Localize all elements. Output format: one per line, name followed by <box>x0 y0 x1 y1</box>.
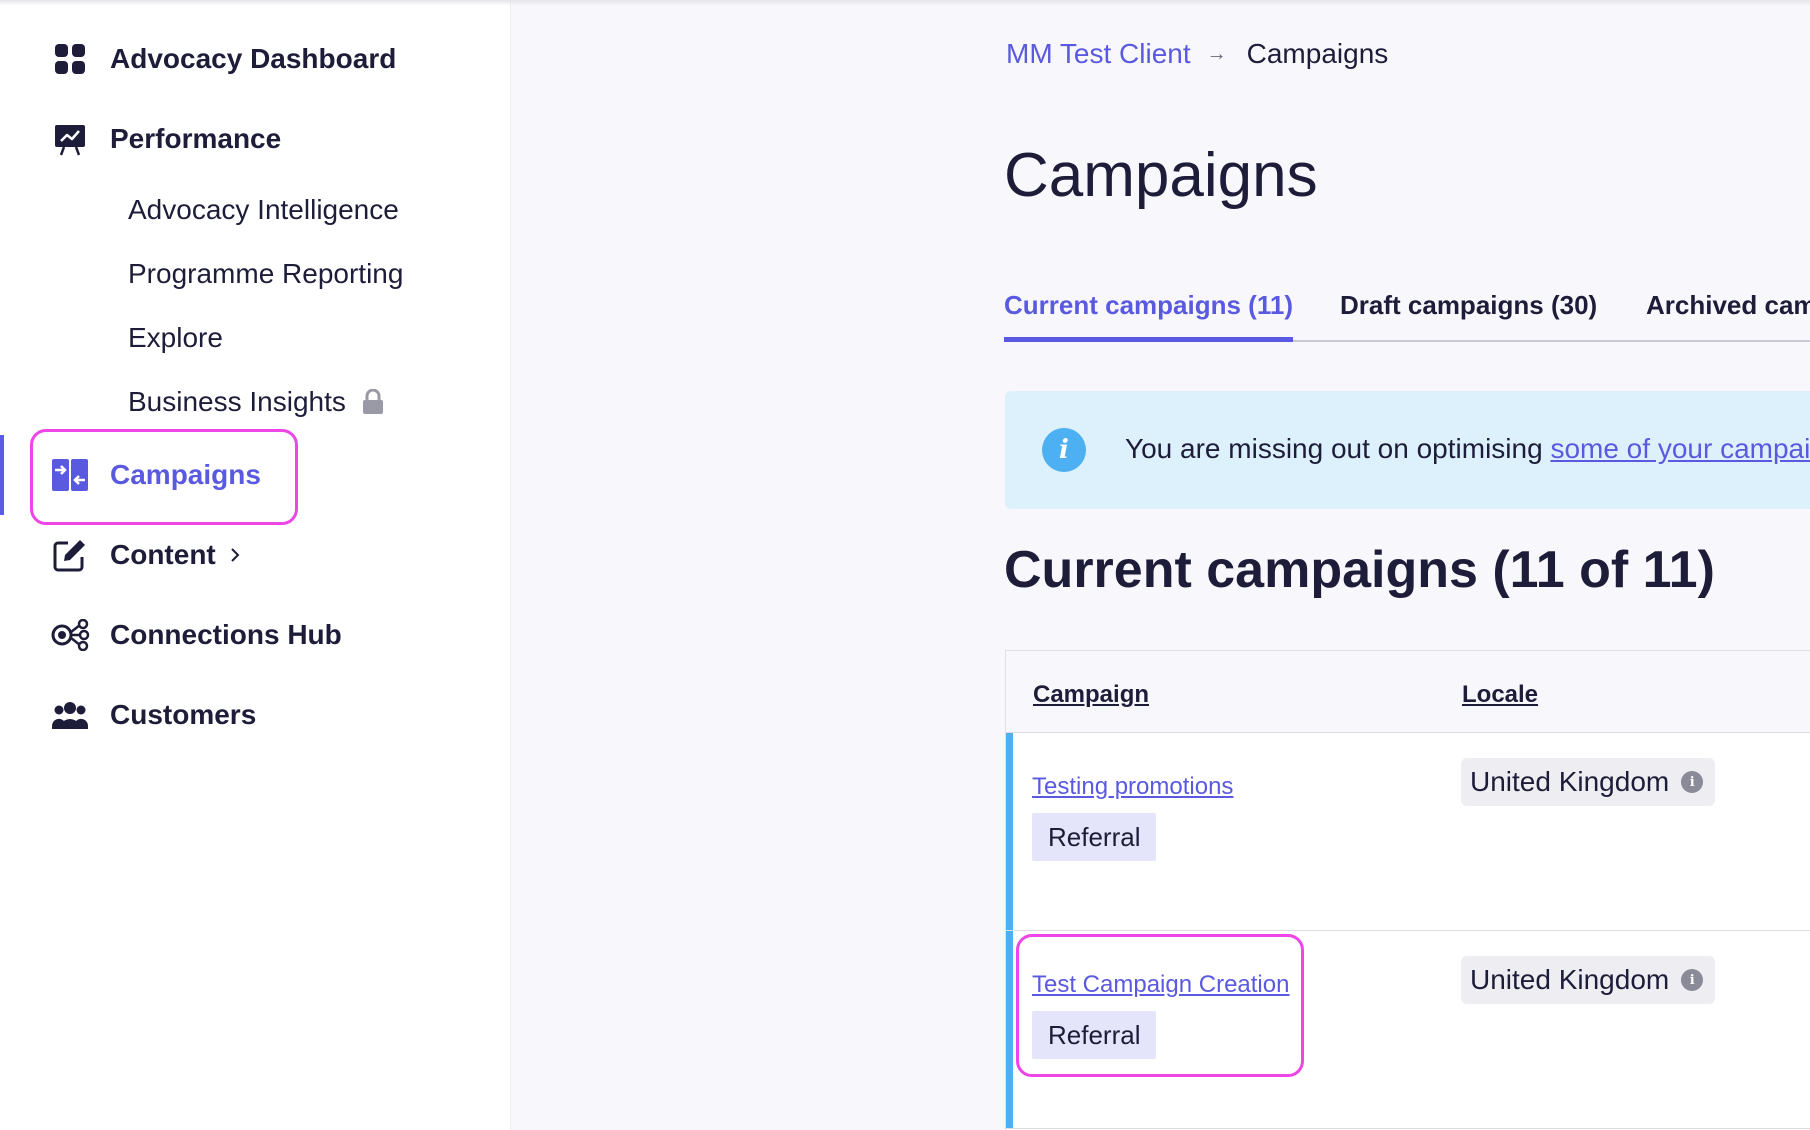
row-status-stripe <box>1006 931 1013 1128</box>
sidebar-subitem-label: Business Insights <box>128 386 346 417</box>
sidebar-subitem-explore[interactable]: Explore <box>128 322 223 354</box>
table-header: Campaign Locale <box>1006 651 1810 733</box>
campaign-type-tag: Referral <box>1032 813 1157 861</box>
column-header-campaign[interactable]: Campaign <box>1033 681 1149 709</box>
grid-icon <box>50 39 90 79</box>
sidebar-subitem-programme-reporting[interactable]: Programme Reporting <box>128 258 403 290</box>
locale-label: United Kingdom <box>1470 964 1670 995</box>
sidebar-subitem-business-insights[interactable]: Business Insights <box>128 386 384 418</box>
edit-icon <box>50 535 90 575</box>
presentation-chart-icon <box>50 119 90 159</box>
top-shadow <box>0 0 1810 6</box>
connections-icon <box>50 615 90 655</box>
sidebar-item-label: Connections Hub <box>110 619 342 650</box>
column-header-locale[interactable]: Locale <box>1462 681 1538 709</box>
breadcrumb-client-link[interactable]: MM Test Client <box>1006 38 1191 70</box>
tab-archived-campaigns[interactable]: Archived camp <box>1646 290 1810 342</box>
lock-icon <box>362 389 384 415</box>
info-icon: i <box>1042 428 1086 472</box>
tab-current-campaigns[interactable]: Current campaigns (11) <box>1004 290 1293 342</box>
locale-badge: United Kingdom i <box>1461 758 1716 806</box>
sidebar-item-label: Customers <box>110 699 257 730</box>
sidebar-item-label: Advocacy Dashboard <box>110 43 397 74</box>
info-banner-text: You are missing out on optimising some o… <box>1125 433 1810 465</box>
tab-draft-campaigns[interactable]: Draft campaigns (30) <box>1340 290 1597 342</box>
table-row: Testing promotions Referral United Kingd… <box>1006 733 1810 931</box>
locale-label: United Kingdom <box>1470 766 1670 797</box>
locale-badge: United Kingdom i <box>1461 956 1716 1004</box>
info-banner-message: You are missing out on optimising <box>1125 433 1551 464</box>
arrow-right-icon: → <box>1206 42 1227 65</box>
row-status-stripe <box>1006 733 1013 930</box>
sidebar: Advocacy Dashboard Performance Advocacy … <box>0 0 511 1130</box>
info-banner-link[interactable]: some of your campai <box>1550 433 1810 464</box>
tab-bar: Current campaigns (11) Draft campaigns (… <box>1004 282 1810 342</box>
info-icon[interactable]: i <box>1681 771 1704 793</box>
sidebar-item-label: Performance <box>110 123 282 154</box>
breadcrumb: MM Test Client → Campaigns <box>1006 38 1388 70</box>
chevron-right-icon <box>228 546 242 564</box>
breadcrumb-current: Campaigns <box>1246 38 1389 69</box>
section-title: Current campaigns (11 of 11) <box>1004 541 1715 599</box>
campaign-name-link[interactable]: Testing promotions <box>1032 773 1233 801</box>
info-banner: i You are missing out on optimising some… <box>1005 391 1810 509</box>
active-indicator <box>0 435 4 515</box>
campaigns-highlight <box>30 429 298 525</box>
campaign-highlight <box>1016 934 1304 1077</box>
users-icon <box>50 695 90 735</box>
info-icon[interactable]: i <box>1681 969 1704 991</box>
sidebar-subitem-advocacy-intelligence[interactable]: Advocacy Intelligence <box>128 194 399 226</box>
sidebar-item-label: Content <box>110 539 216 570</box>
page-title: Campaigns <box>1004 141 1318 210</box>
